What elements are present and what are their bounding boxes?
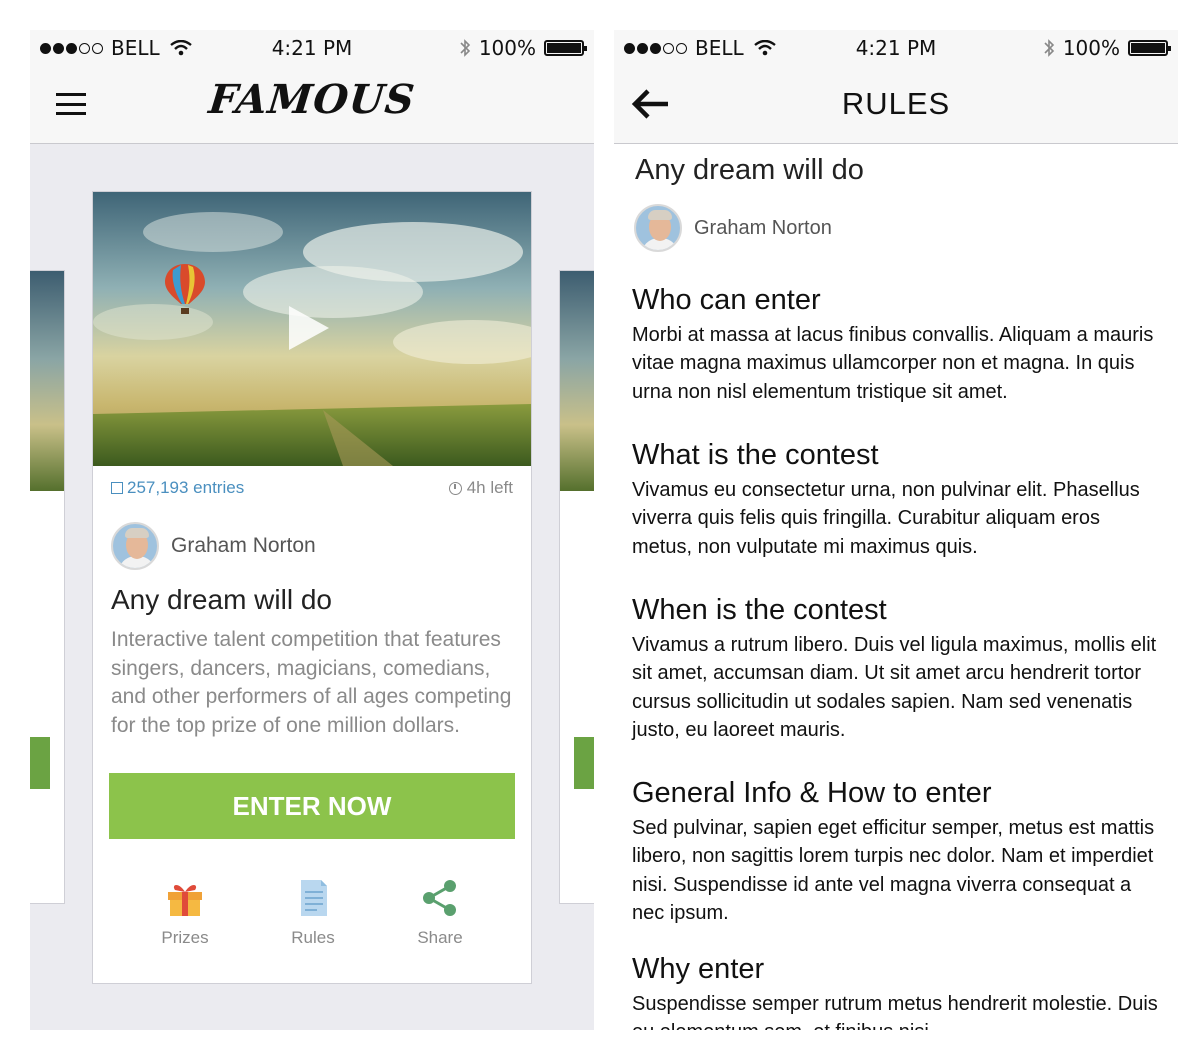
card-meta: 257,193 entries 4h left	[111, 478, 513, 502]
contest-card: 257,193 entries 4h left Graham Norton An…	[92, 191, 532, 984]
contest-video-thumbnail[interactable]	[93, 192, 531, 466]
battery-percent: 100%	[478, 36, 536, 60]
page-title: RULES	[841, 86, 951, 121]
status-right: 100%	[459, 36, 587, 60]
contest-title: Any dream will do	[111, 584, 332, 615]
document-icon	[301, 880, 327, 916]
next-card-peek[interactable]	[559, 270, 594, 904]
status-right: 100%	[1043, 36, 1171, 60]
contest-title: Any dream will do	[635, 154, 864, 186]
time-left-text: 4h left	[466, 478, 513, 497]
bluetooth-icon	[1044, 39, 1054, 57]
previous-card-peek[interactable]	[30, 270, 65, 904]
next-card-button	[574, 737, 594, 789]
entries-count: 257,193 entries	[111, 478, 244, 498]
rules-section-what-is-the-contest: What is the contest Vivamus eu consectet…	[632, 437, 1162, 561]
prizes-button[interactable]: Prizes	[135, 878, 235, 948]
battery-icon	[1128, 40, 1171, 56]
avatar	[634, 204, 682, 252]
rules-label: Rules	[291, 928, 335, 947]
gift-icon	[168, 885, 202, 916]
battery-icon	[544, 40, 587, 56]
prizes-label: Prizes	[161, 928, 209, 947]
nav-bar: RULES	[614, 66, 1178, 144]
host-name: Graham Norton	[694, 216, 832, 239]
time-left: 4h left	[448, 478, 513, 498]
contest-list-screen: BELL 4:21 PM 100% FAMOUS 257,193 entries…	[30, 30, 594, 1030]
rules-section-why-enter: Why enter Suspendisse semper rutrum metu…	[632, 951, 1162, 1030]
section-heading: General Info & How to enter	[632, 777, 992, 809]
entries-icon	[111, 482, 123, 494]
section-body: Vivamus a rutrum libero. Duis vel ligula…	[632, 634, 1157, 741]
share-button[interactable]: Share	[390, 878, 490, 948]
share-icon	[423, 880, 456, 916]
play-icon[interactable]	[289, 306, 329, 350]
host-info: Graham Norton	[634, 204, 832, 252]
section-body: Suspendisse semper rutrum metus hendreri…	[632, 993, 1158, 1030]
section-body: Sed pulvinar, sapien eget efficitur semp…	[632, 817, 1155, 924]
status-bar: BELL 4:21 PM 100%	[30, 30, 594, 66]
previous-card-photo	[30, 271, 64, 491]
rules-screen: BELL 4:21 PM 100% RULES Any dream will d…	[614, 30, 1178, 1030]
rules-section-general-info: General Info & How to enter Sed pulvinar…	[632, 775, 1162, 927]
section-body: Vivamus eu consectetur urna, non pulvina…	[632, 479, 1140, 558]
bluetooth-icon	[460, 39, 470, 57]
previous-card-button	[30, 737, 50, 789]
host-info: Graham Norton	[111, 522, 316, 570]
section-heading: Why enter	[632, 953, 765, 985]
app-logo: FAMOUS	[206, 76, 418, 123]
nav-bar: FAMOUS	[30, 66, 594, 144]
share-label: Share	[417, 928, 463, 947]
card-actions: Prizes Rules Share	[93, 878, 531, 958]
avatar	[111, 522, 159, 570]
hot-air-balloon-icon	[165, 264, 205, 314]
battery-percent: 100%	[1062, 36, 1120, 60]
rules-button[interactable]: Rules	[263, 878, 363, 948]
status-bar: BELL 4:21 PM 100%	[614, 30, 1178, 66]
section-body: Morbi at massa at lacus finibus convalli…	[632, 324, 1154, 403]
contest-description: Interactive talent competition that feat…	[111, 628, 512, 737]
rules-section-when-is-the-contest: When is the contest Vivamus a rutrum lib…	[632, 592, 1162, 744]
enter-now-button[interactable]: ENTER NOW	[109, 773, 515, 839]
section-heading: When is the contest	[632, 594, 887, 626]
section-heading: What is the contest	[632, 439, 879, 471]
entries-text: 257,193 entries	[127, 478, 245, 497]
clock-icon	[448, 481, 462, 495]
next-card-photo	[560, 271, 594, 491]
section-heading: Who can enter	[632, 284, 821, 316]
rules-section-who-can-enter: Who can enter Morbi at massa at lacus fi…	[632, 282, 1162, 406]
host-name: Graham Norton	[171, 534, 316, 557]
